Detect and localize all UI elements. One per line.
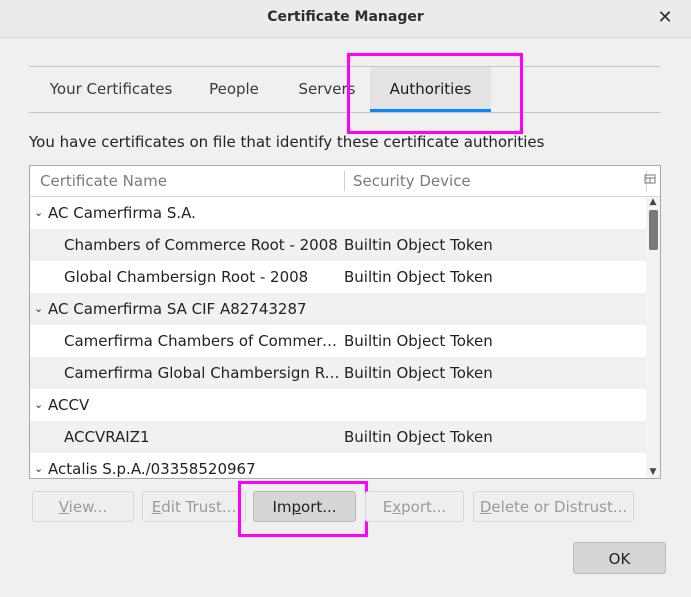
row-name: Actalis S.p.A./03358520967 (48, 460, 256, 478)
row-name: Camerfirma Chambers of Commerce Root (64, 332, 340, 350)
title-bar: Certificate Manager ✕ (0, 0, 691, 38)
tab-people[interactable]: People (193, 67, 275, 112)
row-name: Camerfirma Global Chambersign Root (64, 364, 340, 382)
scroll-up-icon[interactable]: ▲ (646, 197, 660, 209)
row-device: Builtin Object Token (344, 428, 493, 446)
row-name: Chambers of Commerce Root - 2008 (64, 236, 338, 254)
column-header-security-device[interactable]: Security Device (353, 166, 471, 196)
button-label-rest: dit Trust... (161, 498, 237, 516)
button-label-rest: ort... (301, 498, 337, 516)
access-key: D (479, 498, 492, 516)
tree-rows: ⌄ AC Camerfirma S.A. Chambers of Commerc… (30, 197, 646, 478)
access-key: V (58, 498, 69, 516)
access-key: p (291, 498, 302, 516)
scrollbar-thumb[interactable] (649, 210, 658, 250)
button-label-pre: Im (272, 498, 292, 516)
twisty-open-icon[interactable]: ⌄ (34, 197, 46, 229)
tree-row-cert[interactable]: Camerfirma Chambers of Commerce Root Bui… (30, 325, 646, 357)
view-button[interactable]: View... (32, 491, 134, 522)
button-label-rest: elete or Distrust... (491, 498, 628, 516)
window-title: Certificate Manager (267, 9, 424, 25)
tree-row-cert[interactable]: Camerfirma Global Chambersign Root Built… (30, 357, 646, 389)
tab-bar: Your Certificates People Servers Authori… (29, 66, 661, 113)
export-button[interactable]: Export... (365, 491, 464, 522)
tab-servers[interactable]: Servers (281, 67, 373, 112)
row-name: ACCV (48, 396, 90, 414)
tree-row-group[interactable]: ⌄ AC Camerfirma S.A. (30, 197, 646, 229)
close-icon[interactable]: ✕ (655, 7, 675, 29)
access-key: E (151, 498, 162, 516)
row-device: Builtin Object Token (344, 332, 493, 350)
certificate-manager-dialog: Certificate Manager ✕ Your Certificates … (0, 0, 691, 597)
row-device: Builtin Object Token (344, 268, 493, 286)
tree-header: Certificate Name Security Device (30, 166, 660, 197)
tree-row-group[interactable]: ⌄ AC Camerfirma SA CIF A82743287 (30, 293, 646, 325)
twisty-open-icon[interactable]: ⌄ (34, 293, 46, 325)
ok-button[interactable]: OK (573, 542, 666, 574)
column-header-certificate-name[interactable]: Certificate Name (40, 166, 167, 196)
button-label-rest: iew... (68, 498, 108, 516)
button-label-rest: port... (401, 498, 447, 516)
scroll-down-icon[interactable]: ▼ (646, 467, 660, 478)
tree-row-group[interactable]: ⌄ ACCV (30, 389, 646, 421)
tree-row-group[interactable]: ⌄ Actalis S.p.A./03358520967 (30, 453, 646, 478)
vertical-scrollbar[interactable]: ▲ ▼ (646, 197, 660, 478)
tree-row-cert[interactable]: ACCVRAIZ1 Builtin Object Token (30, 421, 646, 453)
twisty-open-icon[interactable]: ⌄ (34, 389, 46, 421)
row-name: ACCVRAIZ1 (64, 428, 150, 446)
access-key: x (392, 498, 402, 516)
row-name: AC Camerfirma S.A. (48, 204, 196, 222)
tree-row-cert[interactable]: Global Chambersign Root - 2008 Builtin O… (30, 261, 646, 293)
delete-or-distrust-button[interactable]: Delete or Distrust... (473, 491, 634, 522)
import-button[interactable]: Import... (253, 491, 356, 522)
row-name: Global Chambersign Root - 2008 (64, 268, 309, 286)
twisty-open-icon[interactable]: ⌄ (34, 453, 46, 478)
authorities-description: You have certificates on file that ident… (29, 133, 545, 151)
column-separator[interactable] (344, 171, 345, 191)
row-device: Builtin Object Token (344, 236, 493, 254)
row-name: AC Camerfirma SA CIF A82743287 (48, 300, 307, 318)
column-picker-icon[interactable] (644, 173, 658, 187)
tab-your-certificates[interactable]: Your Certificates (33, 67, 189, 112)
tab-authorities[interactable]: Authorities (370, 67, 491, 112)
row-device: Builtin Object Token (344, 364, 493, 382)
tree-row-cert[interactable]: Chambers of Commerce Root - 2008 Builtin… (30, 229, 646, 261)
button-label-pre: E (382, 498, 393, 516)
certificate-tree[interactable]: Certificate Name Security Device ⌄ AC Ca… (29, 165, 661, 479)
edit-trust-button[interactable]: Edit Trust... (142, 491, 246, 522)
